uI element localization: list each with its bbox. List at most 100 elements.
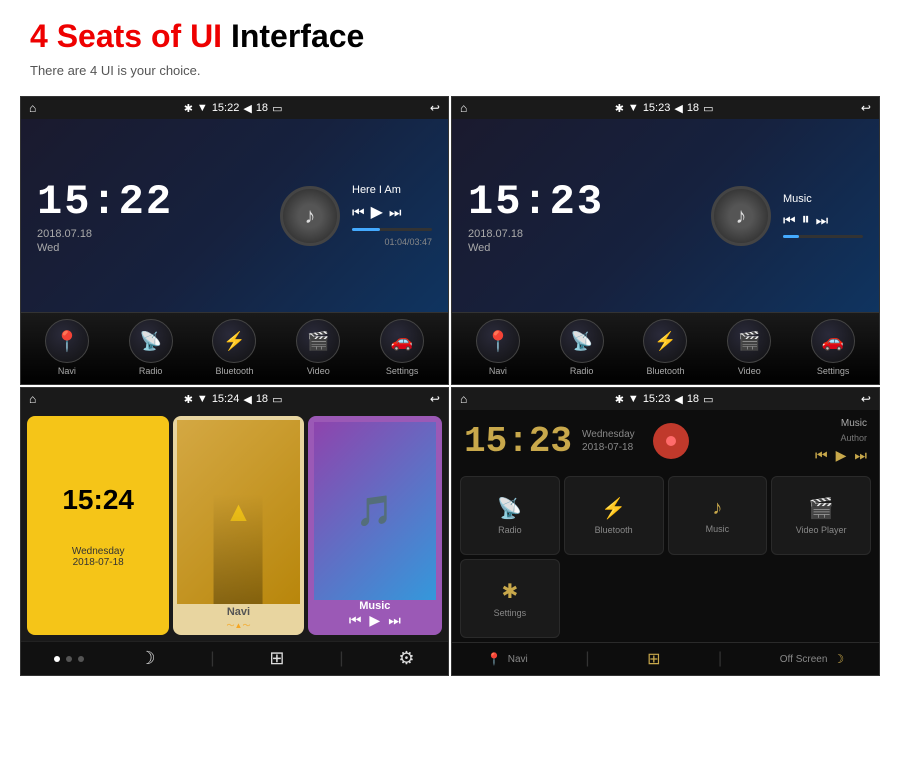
- video-label-4: Video Player: [796, 525, 847, 535]
- back-icon-4[interactable]: ↩: [861, 392, 871, 406]
- nav-label-radio-1: Radio: [139, 366, 163, 376]
- radio-icon-2: 📡: [570, 331, 592, 352]
- gold-nav-video[interactable]: 🎬 Video Player: [771, 476, 871, 555]
- prev-icon-4[interactable]: ⏮: [815, 447, 828, 464]
- nav-label-video-1: Video: [307, 366, 330, 376]
- volume-icon: ◀: [243, 102, 251, 115]
- play-icon[interactable]: ▶: [371, 202, 383, 222]
- signal-icon: ▼: [197, 102, 208, 114]
- music-controls-1[interactable]: ⏮ ▶ ⏭: [352, 202, 432, 222]
- back-icon-2[interactable]: ↩: [861, 101, 871, 115]
- music-note-icon: ♪: [305, 203, 316, 229]
- music-label-4: Music: [706, 524, 730, 534]
- gold-music-author: Author: [840, 433, 867, 443]
- back-icon-3[interactable]: ↩: [430, 392, 440, 406]
- progress-bar-1: [352, 228, 432, 231]
- settings-label-4: Settings: [494, 608, 527, 618]
- clock-day-2: Wed: [468, 242, 604, 254]
- moon-icon[interactable]: ☽: [139, 648, 155, 669]
- prev-icon[interactable]: ⏮: [352, 204, 365, 221]
- card-navi[interactable]: ▲ Navi 〜▲〜: [173, 416, 303, 635]
- home-icon-4[interactable]: ⌂: [460, 392, 467, 406]
- gold-divider-1: |: [585, 650, 589, 668]
- back-icon[interactable]: ↩: [430, 101, 440, 115]
- record-button[interactable]: [653, 423, 689, 459]
- radio-icon: 📡: [139, 331, 161, 352]
- road-line: [214, 494, 263, 604]
- play-icon-3[interactable]: ▶: [369, 612, 380, 629]
- gold-apps-item[interactable]: ⊞: [647, 649, 660, 669]
- music-title-2: Music: [783, 193, 863, 205]
- home-icon-3[interactable]: ⌂: [29, 392, 36, 406]
- video-icon-wrap: 🎬: [296, 319, 340, 363]
- gold-nav-music[interactable]: ♪ Music: [668, 476, 768, 555]
- nav-navi-1[interactable]: 📍 Navi: [42, 319, 92, 376]
- gold-date: Wednesday 2018-07-18: [582, 429, 635, 453]
- navi-icon-wrap-2: 📍: [476, 319, 520, 363]
- nav-bar-2: 📍 Navi 📡 Radio ⚡ Bluetooth 🎬 V: [452, 312, 879, 384]
- pause-icon-2[interactable]: ⏸: [802, 211, 810, 229]
- navi-icon: 📍: [54, 329, 79, 354]
- progress-fill-2: [783, 235, 799, 238]
- next-icon-3[interactable]: ⏭: [388, 612, 401, 629]
- nav-label-radio-2: Radio: [570, 366, 594, 376]
- gold-nav-settings[interactable]: ✱ Settings: [460, 559, 560, 638]
- music-art-2: ♪: [711, 186, 771, 246]
- nav-radio-2[interactable]: 📡 Radio: [557, 319, 607, 376]
- gold-nav-bluetooth[interactable]: ⚡ Bluetooth: [564, 476, 664, 555]
- nav-video-1[interactable]: 🎬 Video: [293, 319, 343, 376]
- prev-icon-2[interactable]: ⏮: [783, 212, 796, 229]
- prev-icon-3[interactable]: ⏮: [349, 612, 362, 629]
- navi-waveform: 〜▲〜: [227, 620, 251, 631]
- card-music[interactable]: 🎵 Music ⏮ ▶ ⏭: [308, 416, 442, 635]
- screen-4: ⌂ ✱ ▼ 15:23 ◀ 18 ▭ ↩ 15:23 Wednesday 201…: [451, 387, 880, 676]
- gold-offscreen-item[interactable]: Off Screen ☽: [780, 652, 844, 666]
- nav-video-2[interactable]: 🎬 Video: [724, 319, 774, 376]
- nav-settings-1[interactable]: 🚗 Settings: [377, 319, 427, 376]
- top-section-4: 15:23 Wednesday 2018-07-18 Music Author …: [452, 410, 879, 472]
- screens-grid: ⌂ ✱ ▼ 15:22 ◀ 18 ▭ ↩ 15:22 2018.07.18 We…: [20, 96, 880, 676]
- gold-controls[interactable]: ⏮ ▶ ⏭: [815, 447, 867, 464]
- signal-icon-3: ▼: [197, 393, 208, 405]
- nav-bluetooth-1[interactable]: ⚡ Bluetooth: [209, 319, 259, 376]
- play-icon-4[interactable]: ▶: [836, 447, 847, 464]
- nav-bluetooth-2[interactable]: ⚡ Bluetooth: [640, 319, 690, 376]
- nav-label-bt-2: Bluetooth: [646, 366, 684, 376]
- gold-navi-item[interactable]: 📍 Navi: [487, 652, 528, 666]
- video-icon-2: 🎬: [738, 331, 760, 352]
- bluetooth-icon-2: ⚡: [654, 331, 676, 352]
- nav-label-navi-1: Navi: [58, 366, 76, 376]
- subtitle: There are 4 UI is your choice.: [30, 63, 870, 78]
- grid-icon[interactable]: ⊞: [269, 648, 284, 669]
- home-icon[interactable]: ⌂: [29, 101, 36, 115]
- gold-music-section: Music Author ⏮ ▶ ⏭: [815, 418, 867, 464]
- clock-date-1: 2018.07.18: [37, 228, 173, 240]
- bt-icon-4: ✱: [615, 393, 624, 406]
- status-time-1: 15:22: [212, 102, 240, 114]
- offscreen-label-4: Off Screen: [780, 654, 828, 665]
- battery-1: 18: [256, 102, 268, 114]
- next-icon-4[interactable]: ⏭: [854, 447, 867, 464]
- music-note-icon-2: ♪: [736, 203, 747, 229]
- home-icon-2[interactable]: ⌂: [460, 101, 467, 115]
- battery-4: 18: [687, 393, 699, 405]
- screen-3: ⌂ ✱ ▼ 15:24 ◀ 18 ▭ ↩ 15:24 Wednesday 201…: [20, 387, 449, 676]
- gold-music-label: Music: [841, 418, 867, 429]
- gold-nav-radio[interactable]: 📡 Radio: [460, 476, 560, 555]
- nav-navi-2[interactable]: 📍 Navi: [473, 319, 523, 376]
- apps-icon-4: ⊞: [647, 649, 660, 669]
- music-controls-2[interactable]: ⏮ ⏸ ⏭: [783, 211, 863, 229]
- next-icon-2[interactable]: ⏭: [816, 212, 829, 229]
- screen-2: ⌂ ✱ ▼ 15:23 ◀ 18 ▭ ↩ 15:23 2018.07.18 We…: [451, 96, 880, 385]
- next-icon[interactable]: ⏭: [389, 204, 402, 221]
- nav-settings-2[interactable]: 🚗 Settings: [808, 319, 858, 376]
- volume-icon-4: ◀: [674, 393, 682, 406]
- music-art-1: ♪: [280, 186, 340, 246]
- music-ctrl-bar-3[interactable]: ⏮ ▶ ⏭: [349, 612, 401, 629]
- gear-icon-3[interactable]: ⚙: [398, 648, 414, 669]
- screen-3-content: 15:24 Wednesday 2018-07-18 ▲ Navi 〜▲〜 🎵 …: [21, 410, 448, 641]
- nav-radio-1[interactable]: 📡 Radio: [126, 319, 176, 376]
- radio-icon-wrap: 📡: [129, 319, 173, 363]
- video-icon-wrap-2: 🎬: [727, 319, 771, 363]
- card-clock-date: 2018-07-18: [73, 557, 124, 568]
